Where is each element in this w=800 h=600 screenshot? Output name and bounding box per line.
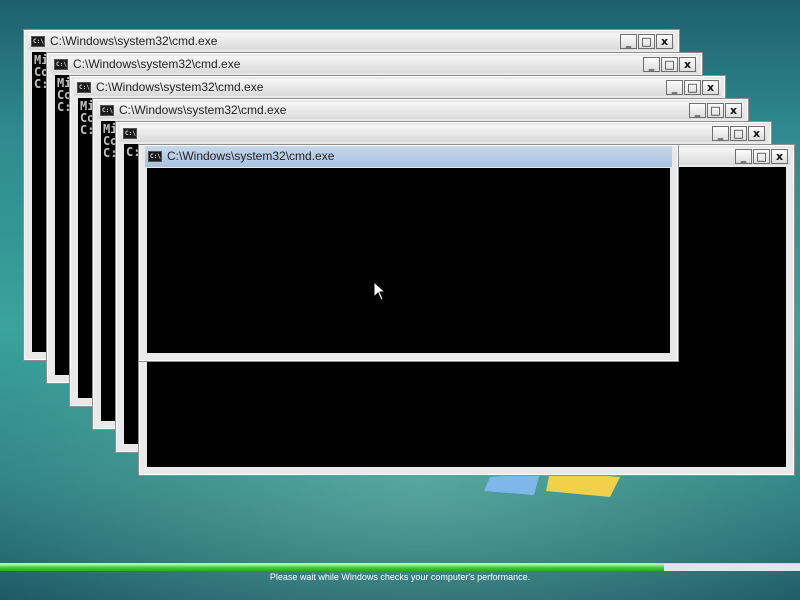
maximize-button[interactable]: □ bbox=[684, 80, 701, 95]
window-title: C:\Windows\system32\cmd.exe bbox=[167, 149, 335, 163]
cmd-icon: C:\ bbox=[54, 59, 68, 70]
window-title: C:\Windows\system32\cmd.exe bbox=[73, 57, 241, 71]
close-button[interactable]: x bbox=[725, 103, 742, 118]
title-bar[interactable]: C:\ C:\Windows\system32\cmd.exe _ □ x bbox=[28, 33, 675, 50]
minimize-button[interactable]: _ bbox=[620, 34, 637, 49]
minimize-button[interactable]: _ bbox=[712, 126, 729, 141]
window-title: C:\Windows\system32\cmd.exe bbox=[119, 103, 287, 117]
title-bar[interactable]: C:\ C:\Windows\system32\cmd.exe _ □ x bbox=[97, 102, 744, 119]
close-button[interactable]: x bbox=[748, 126, 765, 141]
window-title: C:\Windows\system32\cmd.exe bbox=[50, 34, 218, 48]
title-bar[interactable]: C:\ _ □ x bbox=[120, 125, 767, 142]
title-bar[interactable]: C:\ C:\Windows\system32\cmd.exe _ □ x bbox=[51, 56, 698, 73]
progress-bar bbox=[0, 563, 800, 571]
title-bar[interactable]: C:\ C:\Windows\system32\cmd.exe _ □ x bbox=[74, 79, 721, 96]
close-button[interactable]: x bbox=[679, 57, 696, 72]
cmd-icon: C:\ bbox=[123, 128, 137, 139]
status-message: Please wait while Windows checks your co… bbox=[269, 572, 531, 582]
cmd-icon: C:\ bbox=[148, 151, 162, 162]
cmd-icon: C:\ bbox=[77, 82, 91, 93]
maximize-button[interactable]: □ bbox=[638, 34, 655, 49]
mouse-pointer-icon bbox=[373, 281, 387, 301]
cmd-window-active[interactable]: C:\ C:\Windows\system32\cmd.exe bbox=[138, 144, 679, 362]
minimize-button[interactable]: _ bbox=[689, 103, 706, 118]
window-title: C:\Windows\system32\cmd.exe bbox=[96, 80, 264, 94]
cmd-icon: C:\ bbox=[31, 36, 45, 47]
maximize-button[interactable]: □ bbox=[753, 149, 770, 164]
close-button[interactable]: x bbox=[656, 34, 673, 49]
minimize-button[interactable]: _ bbox=[735, 149, 752, 164]
minimize-button[interactable]: _ bbox=[666, 80, 683, 95]
close-button[interactable]: x bbox=[771, 149, 788, 164]
cmd-icon: C:\ bbox=[100, 105, 114, 116]
close-button[interactable]: x bbox=[702, 80, 719, 95]
progress-fill bbox=[0, 564, 664, 571]
maximize-button[interactable]: □ bbox=[707, 103, 724, 118]
maximize-button[interactable]: □ bbox=[730, 126, 747, 141]
title-bar[interactable]: C:\ C:\Windows\system32\cmd.exe bbox=[145, 146, 672, 167]
minimize-button[interactable]: _ bbox=[643, 57, 660, 72]
console-area[interactable] bbox=[147, 168, 670, 353]
maximize-button[interactable]: □ bbox=[661, 57, 678, 72]
